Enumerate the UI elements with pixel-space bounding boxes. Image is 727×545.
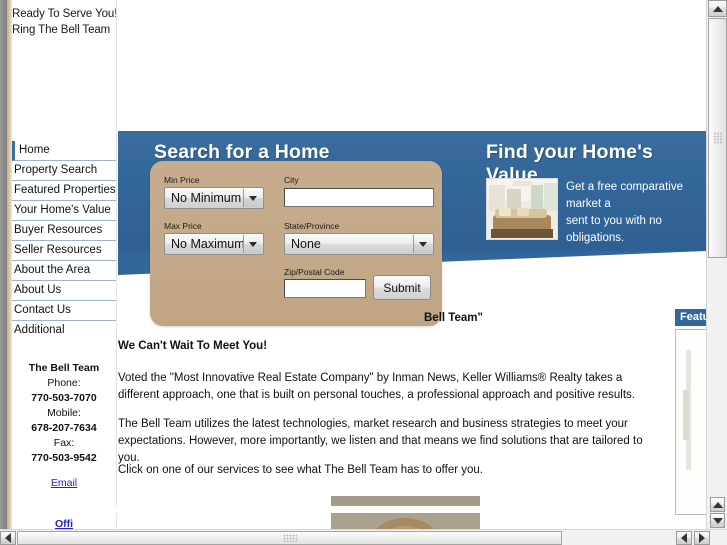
state-value: None [291,237,321,251]
nav-label: Property Search [14,164,98,176]
browser-viewport: Ready To Serve You! Ring The Bell Team S… [0,0,727,545]
nav-item-your-homes-value[interactable]: Your Home's Value [12,201,116,221]
triangle-up-icon [712,501,723,508]
min-price-select[interactable]: No Minimum [164,187,264,209]
home-value-promo-text: Get a free comparative market a sent to … [566,179,706,247]
nav-label: Home [19,144,50,156]
office-link-clipped[interactable]: Offi [12,517,116,529]
scrollbar-grip-icon [713,132,722,144]
nav-item-additional[interactable]: Additional [12,321,116,341]
triangle-down-icon [712,517,723,524]
vertical-scrollbar[interactable] [706,0,727,529]
contact-mobile-label: Mobile: [47,407,81,419]
nav-item-property-search[interactable]: Property Search [12,161,116,181]
email-link[interactable]: Email [51,477,77,489]
content-heading: We Can't Wait To Meet You! [118,340,268,352]
chevron-down-icon[interactable] [243,189,262,207]
nav-item-about-the-area[interactable]: About the Area [12,261,116,281]
content-paragraph-1: Voted the "Most Innovative Real Estate C… [118,372,635,401]
contact-name: The Bell Team [28,362,100,374]
nav-item-featured-properties[interactable]: Featured Properties [12,181,116,201]
chevron-down-icon[interactable] [413,235,432,253]
tagline-line-1: Ready To Serve You! [12,8,118,20]
inner-scroll-up-button[interactable] [710,497,725,512]
bottom-page-filler [24,506,674,513]
max-price-value: No Maximum [171,237,245,251]
promo-line-2: sent to you with no obligations. [566,215,662,244]
chevron-down-icon[interactable] [243,235,262,253]
nav-label: About the Area [14,264,91,276]
zip-label: Zip/Postal Code [284,267,345,277]
nav-item-about-us[interactable]: About Us [12,281,116,301]
nav-label: Featured Properties [14,184,116,196]
inner-scroll-down-button[interactable] [710,513,725,528]
featured-panel-body: F P [675,329,706,515]
vertical-scrollbar-thumb[interactable] [708,18,727,258]
nav-item-home[interactable]: Home [12,141,116,161]
inner-scroll-left-button[interactable] [676,531,692,545]
nav-label: About Us [14,284,62,296]
state-label: State/Province [284,221,340,231]
state-select[interactable]: None [284,233,434,255]
featured-listings-thumb: F P [676,330,706,514]
nav-item-seller-resources[interactable]: Seller Resources [12,241,116,261]
content-paragraph-2: The Bell Team utilizes the latest techno… [118,418,643,464]
inner-vertical-scrollbar[interactable] [710,497,725,529]
max-price-label: Max Price [164,221,202,231]
featured-properties-panel: Featur F P [675,309,706,523]
window-left-gutter [0,0,7,529]
contact-fax-value: 770-503-9542 [31,452,97,464]
nav-divider [116,0,117,529]
city-input[interactable] [284,188,434,207]
contact-phone-value: 770-503-7070 [31,392,97,404]
triangle-left-icon [5,533,11,543]
featured-panel-header: Featur [675,309,706,326]
contact-mobile-value: 678-207-7634 [31,422,97,434]
nav-label: Additional [14,324,65,336]
inner-scroll-right-button[interactable] [694,531,710,545]
contact-block: The Bell Team Phone: 770-503-7070 Mobile… [12,361,116,529]
nav-label: Contact Us [14,304,71,316]
scrollbar-grip-icon [282,534,297,542]
bedroom-photo-svg [487,179,557,239]
zip-input[interactable] [284,279,366,298]
nav-item-contact-us[interactable]: Contact Us [12,301,116,321]
min-price-value: No Minimum [171,191,242,205]
content-paragraph-3: Click on one of our services to see what… [118,464,484,476]
horizontal-scrollbar[interactable] [0,529,727,545]
horizontal-scrollbar-thumb[interactable] [17,531,562,545]
triangle-up-icon [712,5,723,12]
triangle-right-icon [699,533,705,543]
main-navigation: Home Property Search Featured Properties… [12,141,116,341]
nav-label: Buyer Resources [14,224,103,236]
page-canvas: Ready To Serve You! Ring The Bell Team S… [12,0,706,529]
tagline-line-2: Ring The Bell Team [12,24,111,36]
search-form-card: Min Price No Minimum Max Price No Maximu… [150,161,442,326]
scroll-left-button[interactable] [0,531,16,545]
contact-phone-label: Phone: [47,377,81,389]
city-label: City [284,175,299,185]
nav-label: Your Home's Value [14,204,111,216]
bedroom-photo-icon [486,178,558,240]
promo-line-1: Get a free comparative market a [566,181,683,210]
contact-fax-label: Fax: [53,437,75,449]
scroll-up-button[interactable] [708,0,727,17]
triangle-left-icon [681,533,687,543]
max-price-select[interactable]: No Maximum [164,233,264,255]
nav-item-buyer-resources[interactable]: Buyer Resources [12,221,116,241]
quote-fragment: Bell Team" [424,312,483,324]
nav-label: Seller Resources [14,244,102,256]
submit-button[interactable]: Submit [373,275,431,300]
min-price-label: Min Price [164,175,200,185]
